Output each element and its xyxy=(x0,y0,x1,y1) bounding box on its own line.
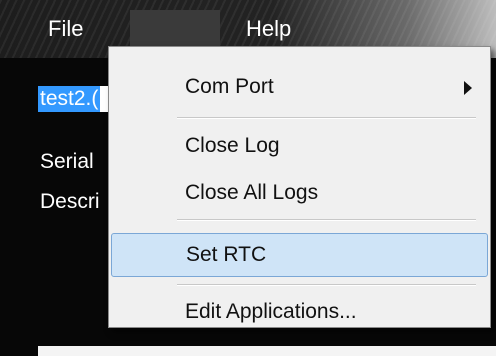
menu-item-edit-applications[interactable]: Edit Applications... xyxy=(111,292,488,332)
menu-separator xyxy=(177,284,476,286)
selected-text: test2.( xyxy=(38,86,101,112)
application-window: File Help test2.( Serial Descri Com Port… xyxy=(0,0,496,356)
menu-item-label: Close Log xyxy=(185,134,280,157)
menu-help[interactable]: Help xyxy=(246,17,291,41)
menu-tools-active[interactable] xyxy=(130,10,220,48)
menu-item-label: Edit Applications... xyxy=(185,300,357,323)
serial-label: Serial xyxy=(40,150,94,173)
menu-item-label: Set RTC xyxy=(186,243,267,266)
menu-item-com-port[interactable]: Com Port xyxy=(111,67,488,107)
menu-item-set-rtc[interactable]: Set RTC xyxy=(111,233,488,277)
dropdown-menu: Com Port Close Log Close All Logs Set RT… xyxy=(108,46,491,328)
menu-separator xyxy=(177,117,476,119)
menu-item-label: Com Port xyxy=(185,75,274,98)
menu-item-close-all-logs[interactable]: Close All Logs xyxy=(111,173,488,213)
bottom-input-field[interactable] xyxy=(38,346,496,356)
menu-item-label: Close All Logs xyxy=(185,181,319,204)
submenu-arrow-icon xyxy=(464,81,472,95)
menu-item-close-log[interactable]: Close Log xyxy=(111,126,488,166)
menu-file[interactable]: File xyxy=(48,17,83,41)
menu-separator xyxy=(177,219,476,221)
description-label: Descri xyxy=(40,190,100,213)
